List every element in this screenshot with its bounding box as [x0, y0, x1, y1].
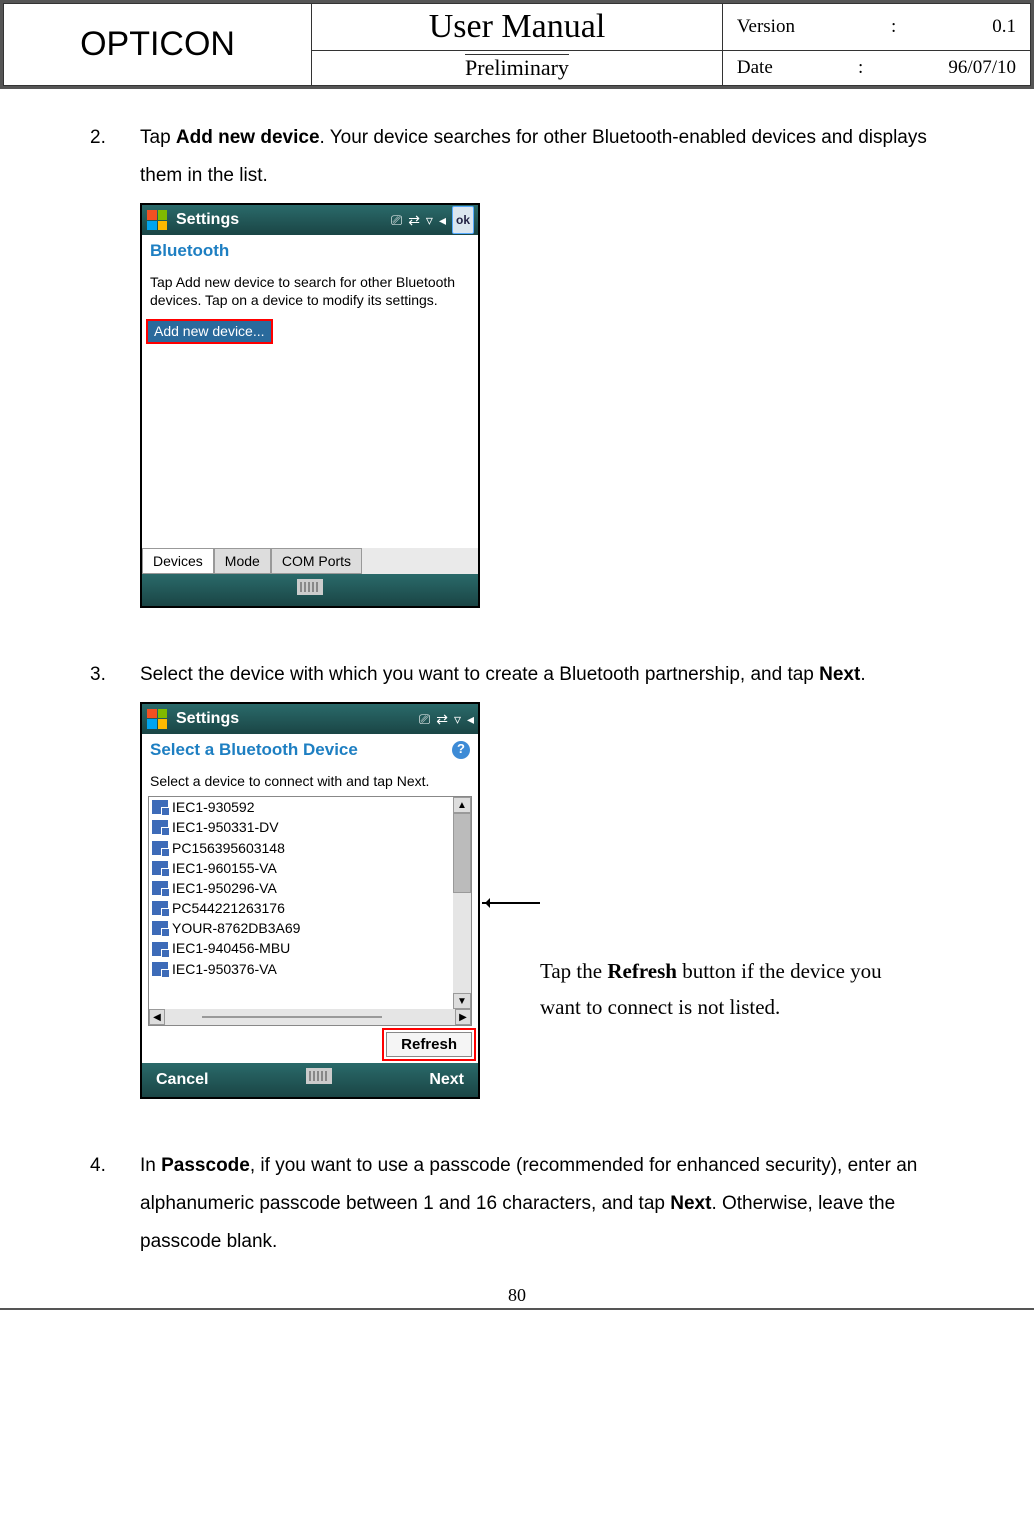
signal-icon[interactable]: ▿ — [454, 705, 461, 733]
meta-date: Date:96/07/10 — [722, 51, 1030, 86]
start-icon[interactable] — [147, 709, 167, 729]
add-new-device-item[interactable]: Add new device... — [146, 319, 273, 343]
meta-version: Version:0.1 — [722, 4, 1030, 51]
list-item[interactable]: IEC1-960155-VA — [149, 858, 471, 878]
scroll-up-icon[interactable]: ▲ — [453, 797, 471, 813]
scroll-down-icon[interactable]: ▼ — [453, 993, 471, 1009]
doc-title: User Manual — [312, 4, 723, 51]
document-header: OPTICON User Manual Version:0.1 Prelimin… — [3, 3, 1031, 86]
ok-button[interactable]: ok — [452, 206, 474, 234]
radio-icon[interactable]: ⎚ — [419, 705, 430, 733]
step-body: Tap Add new device. Your device searches… — [140, 119, 944, 648]
scroll-left-icon[interactable]: ◀ — [149, 1009, 165, 1025]
tab-devices[interactable]: Devices — [142, 548, 214, 574]
list-item[interactable]: IEC1-950376-VA — [149, 959, 471, 979]
screenshot-select-device: Settings ⎚ ⇄ ▿ ◂ Select a Bluetooth Devi… — [140, 702, 480, 1099]
list-item[interactable]: YOUR-8762DB3A69 — [149, 918, 471, 938]
device-icon — [152, 901, 168, 915]
scrollbar-horizontal[interactable]: ◀ ▶ — [149, 1009, 471, 1025]
instruction-text: Select a device to connect with and tap … — [142, 766, 478, 796]
signal-icon[interactable]: ▿ — [426, 206, 433, 234]
instruction-text: Tap Add new device to search for other B… — [142, 267, 478, 315]
device-icon — [152, 800, 168, 814]
page-content: 2. Tap Add new device. Your device searc… — [0, 89, 1034, 1279]
device-icon — [152, 820, 168, 834]
window-title: Settings — [176, 703, 239, 735]
device-icon — [152, 942, 168, 956]
soft-key-bar — [142, 574, 478, 606]
network-icon[interactable]: ⇄ — [436, 705, 448, 733]
step-number: 2. — [90, 119, 140, 648]
device-icon — [152, 962, 168, 976]
step-2: 2. Tap Add new device. Your device searc… — [90, 119, 944, 648]
doc-subtitle: Preliminary — [312, 51, 723, 86]
list-item[interactable]: PC544221263176 — [149, 898, 471, 918]
arrow-icon — [482, 902, 540, 904]
soft-key-bar: Cancel Next — [142, 1063, 478, 1097]
volume-icon[interactable]: ◂ — [467, 705, 474, 733]
scroll-right-icon[interactable]: ▶ — [455, 1009, 471, 1025]
section-heading: Bluetooth — [142, 235, 478, 267]
step-number: 3. — [90, 656, 140, 1139]
step-body: Select the device with which you want to… — [140, 656, 944, 1139]
device-list[interactable]: IEC1-930592 IEC1-950331-DV PC15639560314… — [148, 796, 472, 1026]
scrollbar-vertical[interactable]: ▲ ▼ — [453, 797, 471, 1009]
window-title: Settings — [176, 204, 239, 236]
screenshot-bluetooth-settings: Settings ⎚ ⇄ ▿ ◂ ok Bluetooth Tap Add ne… — [140, 203, 480, 608]
step-body: In Passcode, if you want to use a passco… — [140, 1147, 944, 1261]
device-icon — [152, 921, 168, 935]
list-item[interactable]: IEC1-930592 — [149, 797, 471, 817]
help-icon[interactable]: ? — [452, 741, 470, 759]
brand-name: OPTICON — [4, 4, 312, 86]
device-icon — [152, 861, 168, 875]
tab-mode[interactable]: Mode — [214, 548, 271, 574]
footer-rule — [0, 1308, 1034, 1310]
side-note: Tap the Refresh button if the device you… — [540, 954, 890, 1025]
refresh-button[interactable]: Refresh — [386, 1032, 472, 1057]
page-frame: OPTICON User Manual Version:0.1 Prelimin… — [0, 0, 1034, 89]
device-icon — [152, 881, 168, 895]
keyboard-icon[interactable] — [297, 571, 323, 609]
list-item[interactable]: PC156395603148 — [149, 838, 471, 858]
cancel-button[interactable]: Cancel — [156, 1064, 208, 1096]
volume-icon[interactable]: ◂ — [439, 206, 446, 234]
page-number: 80 — [0, 1279, 1034, 1308]
scroll-thumb[interactable] — [202, 1016, 382, 1018]
network-icon[interactable]: ⇄ — [408, 206, 420, 234]
device-icon — [152, 841, 168, 855]
start-icon[interactable] — [147, 210, 167, 230]
list-item[interactable]: IEC1-940456-MBU — [149, 938, 471, 958]
window-titlebar: Settings ⎚ ⇄ ▿ ◂ ok — [142, 205, 478, 235]
next-button[interactable]: Next — [429, 1064, 464, 1096]
keyboard-icon[interactable] — [306, 1064, 332, 1096]
list-item[interactable]: IEC1-950296-VA — [149, 878, 471, 898]
step-4: 4. In Passcode, if you want to use a pas… — [90, 1147, 944, 1261]
step-number: 4. — [90, 1147, 140, 1261]
scroll-thumb[interactable] — [453, 813, 471, 893]
section-heading: Select a Bluetooth Device ? — [142, 734, 478, 766]
window-titlebar: Settings ⎚ ⇄ ▿ ◂ — [142, 704, 478, 734]
list-item[interactable]: IEC1-950331-DV — [149, 817, 471, 837]
radio-icon[interactable]: ⎚ — [391, 206, 402, 234]
step-3: 3. Select the device with which you want… — [90, 656, 944, 1139]
